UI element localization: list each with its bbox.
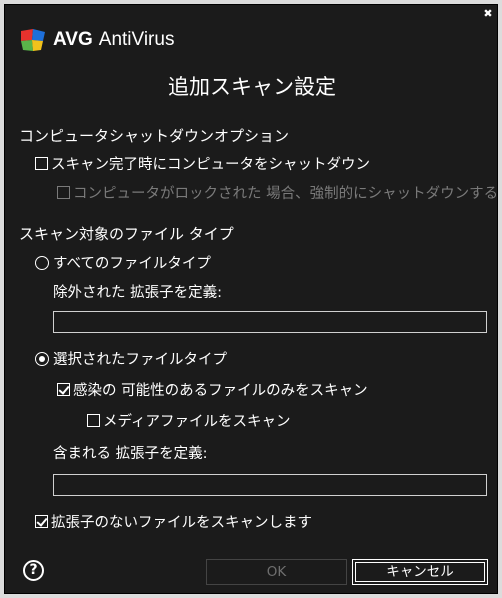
- close-icon[interactable]: ✖: [481, 7, 495, 21]
- shutdown-section-heading: コンピュータシャットダウンオプション: [19, 127, 290, 145]
- brand-name: AVG: [53, 29, 93, 50]
- infectable-only-option[interactable]: 感染の 可能性のあるファイルのみをスキャン: [57, 379, 368, 400]
- include-extensions-input[interactable]: [53, 474, 487, 496]
- force-shutdown-checkbox: [57, 186, 70, 199]
- exclude-extensions-label: 除外された 拡張子を定義:: [53, 285, 222, 301]
- selected-filetypes-option[interactable]: 選択されたファイルタイプ: [35, 348, 227, 369]
- media-files-label: メディアファイルをスキャン: [103, 414, 291, 430]
- shutdown-on-complete-label: スキャン完了時にコンピュータをシャットダウン: [51, 157, 370, 173]
- cancel-button[interactable]: キャンセル: [352, 559, 488, 585]
- cancel-button-label: キャンセル: [355, 562, 485, 582]
- no-extension-option[interactable]: 拡張子のないファイルをスキャンします: [35, 511, 312, 532]
- exclude-extensions-input[interactable]: [53, 311, 487, 333]
- all-filetypes-radio[interactable]: [35, 255, 49, 270]
- all-filetypes-label: すべてのファイルタイプ: [53, 256, 211, 272]
- force-shutdown-option: コンピュータがロックされた 場合、強制的にシャットダウンする: [57, 182, 498, 203]
- selected-filetypes-radio[interactable]: [35, 351, 49, 366]
- media-files-option[interactable]: メディアファイルをスキャン: [87, 410, 290, 431]
- brand-header: AVG AntiVirus: [21, 27, 174, 53]
- infectable-only-checkbox[interactable]: [57, 383, 70, 396]
- shutdown-on-complete-option[interactable]: スキャン完了時にコンピュータをシャットダウン: [35, 153, 370, 174]
- no-extension-label: 拡張子のないファイルをスキャンします: [51, 515, 312, 531]
- help-icon[interactable]: ?: [23, 560, 44, 581]
- avg-logo-icon: [21, 29, 47, 51]
- include-extensions-label: 含まれる 拡張子を定義:: [53, 446, 208, 462]
- window: ✖ AVG AntiVirus 追加スキャン設定 コンピュータシャットダウンオプ…: [0, 0, 502, 598]
- media-files-checkbox[interactable]: [87, 414, 100, 427]
- shutdown-on-complete-checkbox[interactable]: [35, 157, 48, 170]
- additional-scan-settings-dialog: ✖ AVG AntiVirus 追加スキャン設定 コンピュータシャットダウンオプ…: [4, 4, 498, 594]
- filetypes-section-heading: スキャン対象のファイル タイプ: [19, 225, 234, 243]
- selected-filetypes-label: 選択されたファイルタイプ: [53, 352, 227, 368]
- product-name: AntiVirus: [98, 29, 175, 50]
- infectable-only-label: 感染の 可能性のあるファイルのみをスキャン: [73, 383, 368, 399]
- ok-button[interactable]: OK: [206, 559, 347, 585]
- no-extension-checkbox[interactable]: [35, 515, 48, 528]
- dialog-title: 追加スキャン設定: [168, 75, 336, 99]
- force-shutdown-label: コンピュータがロックされた 場合、強制的にシャットダウンする: [73, 186, 499, 202]
- all-filetypes-option[interactable]: すべてのファイルタイプ: [35, 252, 211, 273]
